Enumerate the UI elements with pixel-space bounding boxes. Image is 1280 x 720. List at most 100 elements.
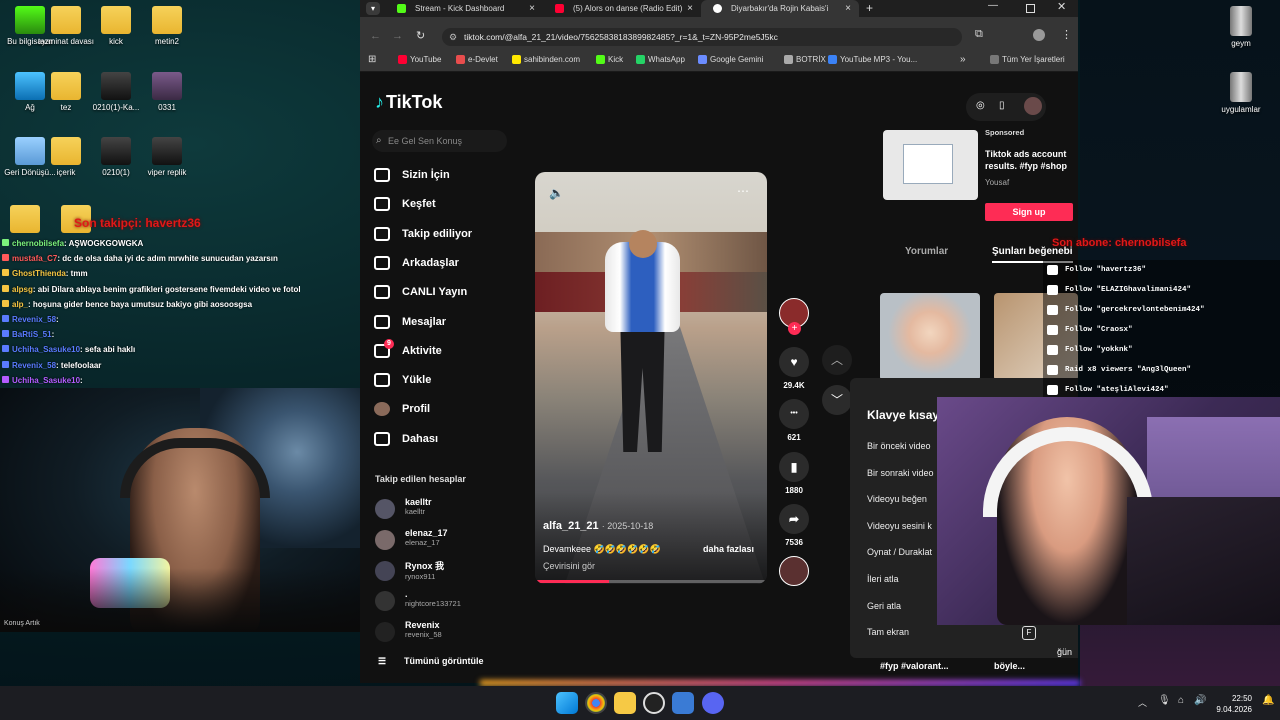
clock[interactable]: 22:50 9.04.2026 bbox=[1210, 693, 1252, 715]
desktop-icon[interactable]: metin2 bbox=[127, 6, 207, 47]
forward-icon[interactable]: → bbox=[392, 30, 403, 42]
search-input[interactable]: ⌕ Ee Gel Sen Konuş bbox=[372, 130, 507, 152]
chevron-down-icon[interactable]: ﹀ bbox=[822, 385, 852, 415]
tab-search-button[interactable]: ▾ bbox=[366, 2, 380, 15]
chevron-up-icon[interactable]: ︿ bbox=[822, 345, 852, 375]
microphone-icon[interactable]: 🎙 bbox=[1158, 695, 1171, 706]
bookmark-botri-x[interactable]: BOTRİX bbox=[784, 55, 826, 64]
new-tab-button[interactable]: + bbox=[866, 1, 873, 15]
nav-item-8[interactable]: Yükle bbox=[374, 370, 431, 390]
tab-kick-dashboard[interactable]: Stream - Kick Dashboard × bbox=[385, 0, 543, 17]
following-account[interactable]: kaelltr kaelltr bbox=[375, 497, 432, 521]
nav-item-1[interactable]: Sizin İçin bbox=[374, 165, 450, 185]
tab-comments[interactable]: Yorumlar bbox=[905, 246, 948, 257]
menu-icon[interactable]: ⋮ bbox=[1061, 28, 1072, 41]
comment-button[interactable]: ••• 621 bbox=[778, 399, 810, 442]
chat-username: Revenix_58 bbox=[12, 314, 57, 324]
video-author[interactable]: alfa_21_21 · 2025-10-18 bbox=[543, 520, 653, 532]
tab-strip: ▾ Stream - Kick Dashboard × (5) Alors on … bbox=[360, 0, 1078, 17]
suggested-video-tags[interactable]: #fyp #valorant... bbox=[880, 661, 949, 671]
volume-icon[interactable]: 🔈 bbox=[549, 186, 564, 200]
site-info-icon[interactable]: ⚙ bbox=[449, 28, 457, 46]
bookmark-e-devlet[interactable]: e-Devlet bbox=[456, 55, 498, 64]
follow-plus-icon[interactable]: + bbox=[788, 322, 801, 335]
close-icon[interactable]: × bbox=[1035, 397, 1041, 400]
bookmark-icon bbox=[828, 55, 837, 64]
share-button[interactable]: ➦ 7536 bbox=[778, 503, 810, 547]
bookmark-button[interactable]: ▮ 1880 bbox=[778, 451, 810, 495]
nav-item-4[interactable]: Arkadaşlar bbox=[374, 253, 459, 273]
nav-item-6[interactable]: Mesajlar bbox=[374, 312, 446, 332]
tiktok-logo[interactable]: ♪ TikTok bbox=[375, 92, 442, 113]
ad-signup-button[interactable]: Sign up bbox=[985, 203, 1073, 221]
app-icon[interactable] bbox=[672, 692, 694, 714]
bookmark-kick[interactable]: Kick bbox=[596, 55, 623, 64]
close-icon[interactable]: × bbox=[845, 0, 851, 17]
chat-username: BaRtiS_51 bbox=[12, 330, 52, 340]
nav-item-2[interactable]: Keşfet bbox=[374, 194, 436, 214]
reload-icon[interactable]: ↻ bbox=[416, 29, 425, 42]
follow-alert: Follow "gercekrevlontebenim424" bbox=[1043, 300, 1280, 320]
address-bar[interactable]: ⚙ tiktok.com/@alfa_21_21/video/756258381… bbox=[442, 28, 962, 46]
nav-item-7[interactable]: Aktivite 9 bbox=[374, 338, 442, 361]
profile-avatar[interactable] bbox=[1033, 29, 1045, 41]
video-player[interactable]: 🔈 ⋯ alfa_21_21 · 2025-10-18 Devamkeee 🤣🤣… bbox=[535, 172, 767, 584]
extensions-icon[interactable]: ⧉ bbox=[975, 28, 983, 41]
start-icon[interactable] bbox=[556, 692, 578, 714]
heart-button[interactable]: ♥ 29.4K bbox=[778, 347, 810, 390]
nav-item-9[interactable]: Profil bbox=[374, 399, 430, 419]
bookmark-youtube[interactable]: YouTube bbox=[398, 55, 441, 64]
desktop-icon[interactable]: 0331 bbox=[127, 72, 207, 113]
coins-icon[interactable]: ◎ bbox=[976, 100, 985, 111]
chat-text: : sefa abi haklı bbox=[80, 345, 136, 355]
desktop-icon[interactable]: viper replik bbox=[127, 137, 207, 178]
apps-icon[interactable]: ⊞ bbox=[368, 54, 376, 65]
more-bookmarks-icon[interactable]: » bbox=[960, 54, 966, 65]
close-icon[interactable]: × bbox=[529, 0, 535, 17]
notification-icon[interactable]: 🔔 bbox=[1262, 695, 1274, 706]
sound-disc-icon[interactable] bbox=[779, 556, 809, 586]
bookmark-google-gemini[interactable]: Google Gemini bbox=[698, 55, 763, 64]
more-options-icon[interactable]: ⋯ bbox=[737, 184, 749, 198]
video-progress-fill bbox=[535, 580, 610, 583]
shortcut-item: Bir önceki video bbox=[867, 441, 931, 451]
see-all-button[interactable]: ☰ Tümünü görüntüle bbox=[378, 656, 483, 666]
bookmark-whatsapp[interactable]: WhatsApp bbox=[636, 55, 685, 64]
tab-tiktok[interactable]: Diyarbakır'da Rojin Kabais'i × bbox=[701, 0, 859, 17]
search-icon: ⌕ bbox=[376, 135, 382, 146]
tab-youtube[interactable]: (5) Alors on danse (Radio Edit) × bbox=[543, 0, 701, 17]
chevron-up-icon[interactable]: ︿ bbox=[1138, 696, 1147, 709]
obs-icon[interactable] bbox=[643, 692, 665, 714]
following-account[interactable]: . nightcore133721 bbox=[375, 589, 461, 613]
bookmark-youtube-mp3-you-[interactable]: YouTube MP3 - You... bbox=[828, 55, 917, 64]
chrome-icon[interactable] bbox=[585, 692, 607, 714]
action-count: 7536 bbox=[785, 537, 803, 547]
nav-item-10[interactable]: Dahası bbox=[374, 429, 438, 449]
desktop-icon-geym[interactable]: geym bbox=[1201, 6, 1280, 49]
caption-more-button[interactable]: daha fazlası bbox=[703, 544, 754, 554]
nav-item-3[interactable]: Takip ediliyor bbox=[374, 224, 472, 244]
all-bookmarks-folder[interactable]: Tüm Yer İşaretleri bbox=[990, 55, 1065, 64]
nav-item-5[interactable]: CANLI Yayın bbox=[374, 282, 467, 302]
window-close-button[interactable]: ✕ bbox=[1057, 0, 1066, 13]
video-progress-track[interactable] bbox=[535, 580, 767, 583]
suggested-video-title[interactable]: böyle... bbox=[994, 661, 1025, 671]
minimize-button[interactable]: — bbox=[988, 0, 998, 11]
user-avatar[interactable] bbox=[1024, 97, 1042, 115]
network-icon[interactable]: ⌂ bbox=[1178, 695, 1184, 706]
translate-button[interactable]: Çevirisini gör bbox=[543, 561, 595, 571]
back-icon[interactable]: ← bbox=[370, 30, 381, 42]
suggested-video-thumb[interactable] bbox=[880, 293, 980, 381]
bookmark-sahibinden-com[interactable]: sahibinden.com bbox=[512, 55, 580, 64]
following-account[interactable]: Rynox 我 rynox911 bbox=[375, 559, 444, 583]
speaker-icon[interactable]: 🔊 bbox=[1194, 695, 1206, 706]
discord-icon[interactable] bbox=[702, 692, 724, 714]
device-icon[interactable]: ▯ bbox=[999, 100, 1005, 111]
following-account[interactable]: elenaz_17 elenaz_17 bbox=[375, 528, 448, 552]
close-icon[interactable]: × bbox=[687, 0, 693, 17]
following-account[interactable]: Revenix revenix_58 bbox=[375, 620, 442, 644]
desktop-icon-uygulamlar[interactable]: uygulamlar bbox=[1201, 72, 1280, 115]
ad-thumbnail[interactable] bbox=[883, 130, 978, 200]
maximize-button[interactable] bbox=[1026, 4, 1035, 13]
file-explorer-icon[interactable] bbox=[614, 692, 636, 714]
